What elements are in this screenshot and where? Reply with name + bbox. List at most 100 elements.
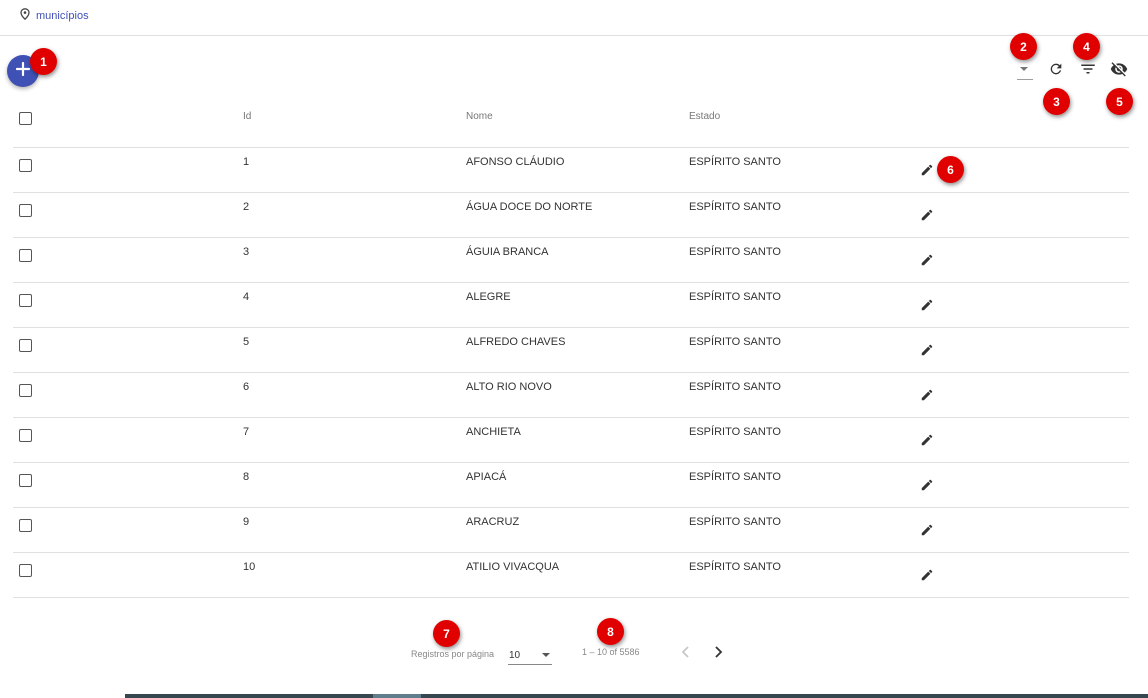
cell-estado: ESPÍRITO SANTO (689, 381, 781, 393)
refresh-button[interactable] (1045, 60, 1067, 82)
page-range-label: 1 – 10 of 5586 (582, 647, 640, 657)
cell-nome: AFONSO CLÁUDIO (466, 156, 565, 168)
pencil-icon (920, 478, 934, 497)
row-checkbox[interactable] (19, 474, 32, 487)
cell-id: 9 (243, 516, 250, 528)
cell-id: 1 (243, 156, 250, 168)
row-checkbox[interactable] (19, 294, 32, 307)
breadcrumb-label[interactable]: municípios (36, 10, 89, 22)
row-checkbox[interactable] (19, 159, 32, 172)
cell-estado: ESPÍRITO SANTO (689, 516, 781, 528)
page-size-value: 10 (509, 650, 521, 661)
edit-button[interactable] (918, 163, 936, 181)
header-divider (0, 35, 1148, 36)
cell-id: 5 (243, 336, 250, 348)
cell-estado: ESPÍRITO SANTO (689, 471, 781, 483)
cell-nome: ANCHIETA (466, 426, 521, 438)
annotation-marker: 5 (1106, 88, 1133, 115)
edit-button[interactable] (918, 433, 936, 451)
cell-id: 7 (243, 426, 250, 438)
edit-button[interactable] (918, 253, 936, 271)
pencil-icon (920, 343, 934, 362)
annotation-marker: 4 (1073, 33, 1100, 60)
table-row[interactable]: 6 ALTO RIO NOVO ESPÍRITO SANTO (13, 373, 1129, 418)
header-id[interactable]: Id (243, 111, 251, 122)
location-pin-icon (20, 7, 30, 25)
cell-nome: ARACRUZ (466, 516, 520, 528)
edit-button[interactable] (918, 343, 936, 361)
row-checkbox[interactable] (19, 564, 32, 577)
plus-icon (15, 61, 31, 81)
cell-id: 3 (243, 246, 250, 258)
table-row[interactable]: 2 ÁGUA DOCE DO NORTE ESPÍRITO SANTO (13, 193, 1129, 238)
previous-page-button[interactable] (677, 645, 695, 663)
table-row[interactable]: 10 ATILIO VIVACQUA ESPÍRITO SANTO (13, 553, 1129, 598)
column-select[interactable] (1013, 60, 1035, 82)
cell-nome: ATILIO VIVACQUA (466, 561, 560, 573)
edit-button[interactable] (918, 388, 936, 406)
table-row[interactable]: 8 APIACÁ ESPÍRITO SANTO (13, 463, 1129, 508)
toggle-visibility-button[interactable] (1108, 60, 1130, 82)
cell-estado: ESPÍRITO SANTO (689, 201, 781, 213)
table-header: Id Nome Estado (13, 96, 1129, 148)
chevron-left-icon (681, 645, 691, 663)
cell-id: 6 (243, 381, 250, 393)
table-row[interactable]: 9 ARACRUZ ESPÍRITO SANTO (13, 508, 1129, 553)
annotation-marker: 8 (597, 618, 624, 645)
row-checkbox[interactable] (19, 249, 32, 262)
edit-button[interactable] (918, 208, 936, 226)
cell-nome: ALEGRE (466, 291, 511, 303)
select-underline (1017, 79, 1033, 80)
cell-estado: ESPÍRITO SANTO (689, 291, 781, 303)
page-size-select[interactable]: 10 (508, 645, 552, 665)
pencil-icon (920, 388, 934, 407)
dropdown-arrow-icon (542, 653, 550, 657)
edit-button[interactable] (918, 478, 936, 496)
cell-nome: APIACÁ (466, 471, 507, 483)
dropdown-arrow-icon (1020, 67, 1028, 71)
chevron-right-icon (713, 645, 723, 663)
annotation-marker: 7 (433, 620, 460, 647)
annotation-marker: 6 (937, 156, 964, 183)
edit-button[interactable] (918, 568, 936, 586)
cell-id: 2 (243, 201, 250, 213)
header-nome[interactable]: Nome (466, 111, 493, 122)
table-row[interactable]: 3 ÁGUIA BRANCA ESPÍRITO SANTO (13, 238, 1129, 283)
table-row[interactable]: 4 ALEGRE ESPÍRITO SANTO (13, 283, 1129, 328)
pencil-icon (920, 208, 934, 227)
edit-button[interactable] (918, 523, 936, 541)
header-estado[interactable]: Estado (689, 111, 720, 122)
cell-nome: ÁGUIA BRANCA (466, 246, 549, 258)
annotation-marker: 3 (1043, 88, 1070, 115)
breadcrumb: municípios (20, 8, 89, 24)
cell-nome: ÁGUA DOCE DO NORTE (466, 201, 593, 213)
eye-off-icon (1110, 60, 1128, 83)
table-body: 1 AFONSO CLÁUDIO ESPÍRITO SANTO 2 ÁGUA DOCE … (13, 148, 1129, 598)
cell-nome: ALFREDO CHAVES (466, 336, 566, 348)
annotation-marker: 2 (1010, 33, 1037, 60)
pencil-icon (920, 568, 934, 587)
pencil-icon (920, 433, 934, 452)
row-checkbox[interactable] (19, 519, 32, 532)
next-page-button[interactable] (709, 645, 727, 663)
edit-button[interactable] (918, 298, 936, 316)
pencil-icon (920, 298, 934, 317)
cell-estado: ESPÍRITO SANTO (689, 426, 781, 438)
cell-id: 10 (243, 561, 256, 573)
pencil-icon (920, 253, 934, 272)
select-all-checkbox[interactable] (19, 112, 32, 125)
cell-id: 4 (243, 291, 250, 303)
row-checkbox[interactable] (19, 429, 32, 442)
row-checkbox[interactable] (19, 384, 32, 397)
cell-estado: ESPÍRITO SANTO (689, 246, 781, 258)
pencil-icon (920, 523, 934, 542)
table-row[interactable]: 5 ALFREDO CHAVES ESPÍRITO SANTO (13, 328, 1129, 373)
row-checkbox[interactable] (19, 204, 32, 217)
cell-estado: ESPÍRITO SANTO (689, 156, 781, 168)
filter-button[interactable] (1077, 60, 1099, 82)
cell-nome: ALTO RIO NOVO (466, 381, 552, 393)
row-checkbox[interactable] (19, 339, 32, 352)
refresh-icon (1048, 61, 1064, 82)
filter-icon (1079, 60, 1097, 83)
table-row[interactable]: 7 ANCHIETA ESPÍRITO SANTO (13, 418, 1129, 463)
